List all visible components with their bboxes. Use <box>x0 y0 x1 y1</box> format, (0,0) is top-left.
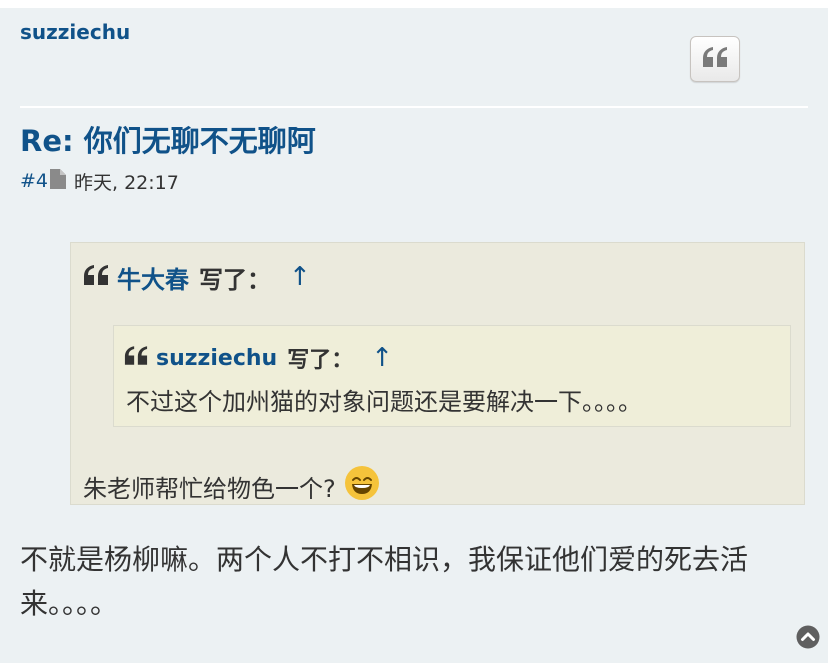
quote-inner-cite: suzziechu 写了： ↑ <box>124 340 393 376</box>
post: suzziechu Re: 你们无聊不无聊阿 #4 昨天, 22:17 牛大春 … <box>0 8 828 663</box>
quote-icon <box>124 345 148 371</box>
post-body-line: 不就是杨柳嘛。两个人不打不相识，我保证他们爱的死去活 <box>20 543 749 576</box>
post-title[interactable]: Re: 你们无聊不无聊阿 <box>20 118 316 160</box>
quote-outer-text-row: 朱老师帮忙给物色一个? <box>83 465 380 507</box>
post-timestamp: 昨天, 22:17 <box>74 171 179 194</box>
post-author[interactable]: suzziechu <box>20 20 130 44</box>
file-icon[interactable] <box>50 168 67 194</box>
quote-outer-author[interactable]: 牛大春 <box>117 260 189 295</box>
quote-inner-wrote-label: 写了： <box>287 348 354 373</box>
quote-block-inner: suzziechu 写了： ↑ 不过这个加州猫的对象问题还是要解决一下。。。。 <box>113 325 791 427</box>
grinning-face-icon <box>344 465 380 507</box>
post-separator <box>20 106 808 108</box>
quote-outer-wrote-label: 写了： <box>199 265 271 294</box>
post-meta: #4 昨天, 22:17 <box>20 168 179 194</box>
quote-outer-text: 朱老师帮忙给物色一个? <box>83 474 336 503</box>
quote-button[interactable] <box>690 36 740 82</box>
post-number-link[interactable]: #4 <box>20 170 48 192</box>
post-body-line: 来。。。。 <box>20 587 119 620</box>
quote-inner-text: 不过这个加州猫的对象问题还是要解决一下。。。。 <box>126 388 642 416</box>
quote-block-outer: 牛大春 写了： ↑ suzziechu 写了： ↑ 不过这个加州猫的对象问题还是… <box>70 242 805 505</box>
back-to-top-button[interactable] <box>796 625 820 649</box>
post-body: 不就是杨柳嘛。两个人不打不相识，我保证他们爱的死去活 来。。。。 <box>20 538 808 626</box>
quote-icon <box>83 263 109 291</box>
chevron-up-circle-icon <box>796 625 820 653</box>
quote-icon <box>702 47 728 71</box>
quote-outer-cite: 牛大春 写了： ↑ <box>83 259 311 295</box>
quote-outer-source-arrow[interactable]: ↑ <box>289 262 311 292</box>
quote-inner-source-arrow[interactable]: ↑ <box>371 343 393 373</box>
quote-inner-author[interactable]: suzziechu <box>156 346 277 371</box>
